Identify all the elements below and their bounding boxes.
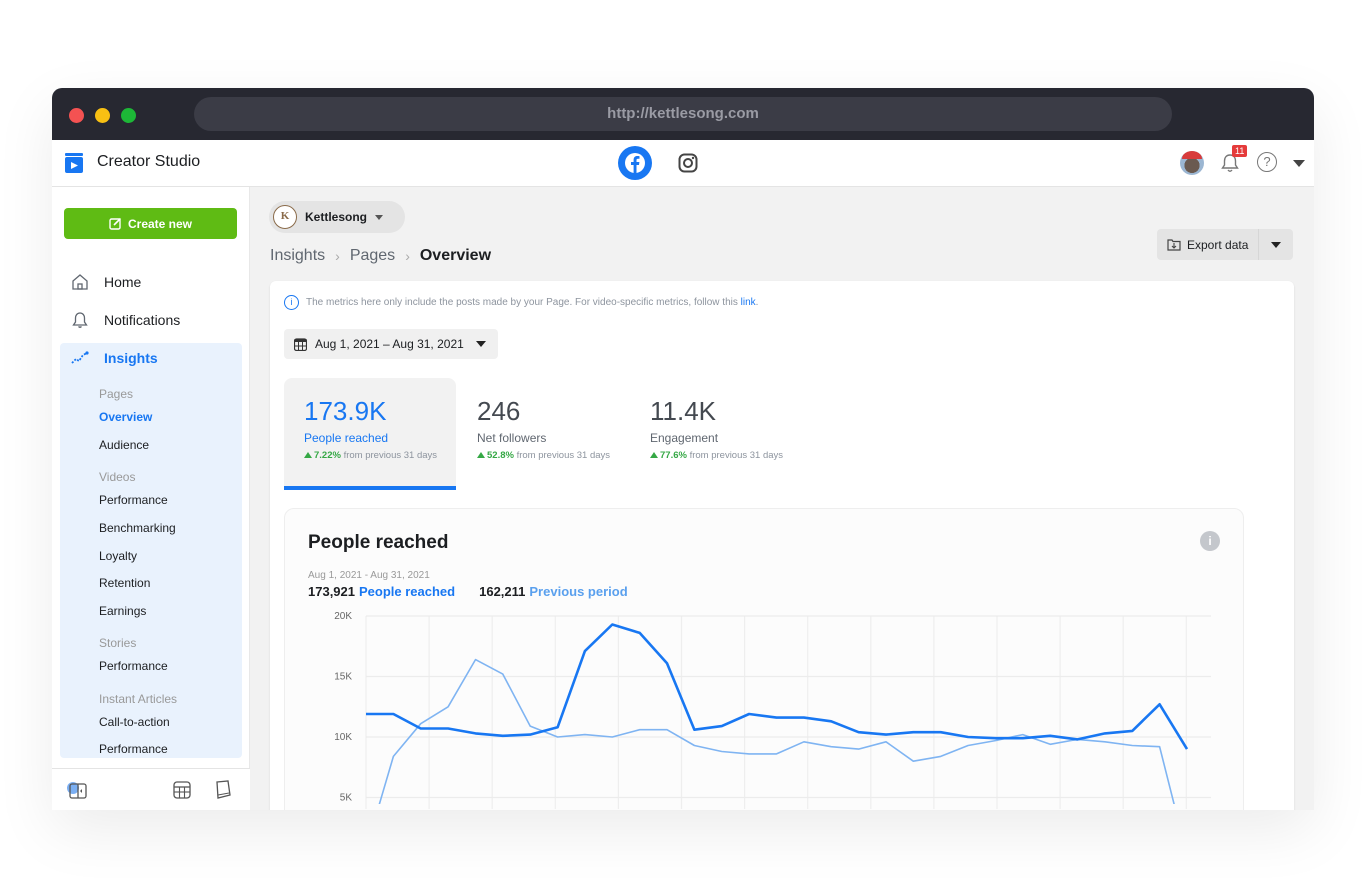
chevron-down-icon [1271,241,1282,248]
sidebar-item-label: Insights [104,350,158,366]
y-tick-label: 10K [334,732,352,743]
chevron-right-icon: › [405,248,410,264]
instagram-tab-icon[interactable] [678,153,698,173]
metric-value: 11.4K [650,396,717,426]
date-range-picker[interactable]: Aug 1, 2021 – Aug 31, 2021 [284,329,498,359]
metric-tab-people-reached[interactable]: 173.9K People reached 7.22% from previou… [284,378,456,490]
calendar-grid-icon[interactable] [173,781,191,799]
close-window-button[interactable] [69,108,84,123]
submenu-item-stories-performance[interactable]: Performance [99,659,168,673]
submenu-item-loyalty[interactable]: Loyalty [99,549,137,563]
metrics-notice: i The metrics here only include the post… [284,295,758,310]
date-range-value: Aug 1, 2021 – Aug 31, 2021 [315,337,464,351]
submenu-item-audience[interactable]: Audience [99,438,149,452]
submenu-item-video-performance[interactable]: Performance [99,493,168,507]
submenu-item-call-to-action[interactable]: Call-to-action [99,715,170,729]
info-icon: i [284,295,299,310]
line-chart: 20K 15K 10K 5K [334,611,1211,809]
edit-icon [109,217,122,230]
home-icon [70,272,90,292]
submenu-heading-pages: Pages [99,387,134,401]
metric-tab-engagement[interactable]: 11.4K Engagement 77.6% from previous 31 … [630,378,802,490]
notice-text: The metrics here only include the posts … [306,297,741,308]
people-reached-chart-card: People reached i Aug 1, 2021 - Aug 31, 2… [284,508,1244,810]
export-data-button[interactable]: Export data [1157,229,1259,260]
browser-titlebar: http://kettlesong.com [52,88,1314,140]
metric-value: 246 [477,396,521,426]
submenu-item-retention[interactable]: Retention [99,576,150,590]
metric-label: Engagement [650,431,719,445]
minimize-window-button[interactable] [95,108,110,123]
sidebar-footer [52,768,250,810]
sidebar-item-home[interactable]: Home [64,267,242,297]
trend-up-icon [650,452,658,458]
creator-studio-logo-icon [65,153,83,173]
y-tick-label: 15K [334,672,352,683]
create-new-button[interactable]: Create new [64,208,237,239]
trend-up-icon [477,452,485,458]
main-content: K Kettlesong Insights › Pages › Overview… [251,187,1314,810]
submenu-heading-videos: Videos [99,470,136,484]
sidebar-item-insights[interactable]: Insights [64,343,242,373]
chevron-down-icon [475,341,486,347]
chevron-right-icon: › [335,248,340,264]
app-header: Creator Studio 11 ? [52,140,1314,187]
metric-tab-net-followers[interactable]: 246 Net followers 52.8% from previous 31… [457,378,629,490]
sidebar-item-notifications[interactable]: Notifications [64,305,242,335]
export-data-label: Export data [1187,237,1249,252]
series-line-people-reached [366,623,1189,750]
bell-icon [70,310,90,330]
browser-window: http://kettlesong.com Creator Studio 11 … [52,88,1314,810]
metric-label: Net followers [477,431,547,445]
export-folder-icon [1167,239,1181,251]
breadcrumb-overview: Overview [419,247,492,264]
y-tick-label: 20K [334,611,352,622]
chevron-down-icon [375,214,384,220]
y-tick-label: 5K [340,793,353,804]
metric-delta: 52.8% from previous 31 days [477,450,629,461]
submenu-heading-stories: Stories [99,636,137,650]
submenu-item-overview[interactable]: Overview [99,410,152,424]
insights-icon [70,348,90,368]
export-data-control: Export data [1157,229,1294,260]
export-options-dropdown[interactable] [1258,229,1294,260]
video-metrics-link[interactable]: link [741,297,756,308]
overview-card: i The metrics here only include the post… [270,281,1294,810]
notification-count-badge: 11 [1232,145,1248,157]
user-avatar[interactable] [1180,151,1204,175]
sidebar-item-label: Home [104,274,142,290]
metric-label: People reached [304,431,389,445]
maximize-window-button[interactable] [121,108,136,123]
submenu-item-earnings[interactable]: Earnings [99,604,146,618]
metric-value: 173.9K [304,396,387,426]
collapse-sidebar-icon[interactable] [66,781,88,799]
help-icon[interactable]: ? [1257,152,1277,172]
tablet-icon[interactable] [214,780,232,800]
submenu-item-articles-performance[interactable]: Performance [99,742,168,756]
breadcrumb: Insights › Pages › Overview [270,247,491,265]
breadcrumb-pages[interactable]: Pages [350,247,395,265]
page-name: Kettlesong [305,210,368,224]
account-menu-caret-icon[interactable] [1293,160,1305,167]
submenu-heading-instant-articles: Instant Articles [99,692,178,706]
sidebar: Create new Home Notifications Insights P… [52,187,250,810]
create-new-label: Create new [127,216,193,231]
breadcrumb-insights[interactable]: Insights [270,247,325,265]
page-selector[interactable]: K Kettlesong [269,201,406,233]
metric-delta: 7.22% from previous 31 days [304,450,456,461]
facebook-tab-icon[interactable] [618,146,652,180]
metric-delta: 77.6% from previous 31 days [650,450,802,461]
url-bar[interactable]: http://kettlesong.com [194,97,1172,131]
sidebar-item-label: Notifications [104,312,181,328]
app-title: Creator Studio [97,153,201,170]
page-avatar: K [273,205,297,229]
calendar-icon [294,337,307,351]
submenu-item-benchmarking[interactable]: Benchmarking [99,521,176,535]
trend-up-icon [304,452,312,458]
